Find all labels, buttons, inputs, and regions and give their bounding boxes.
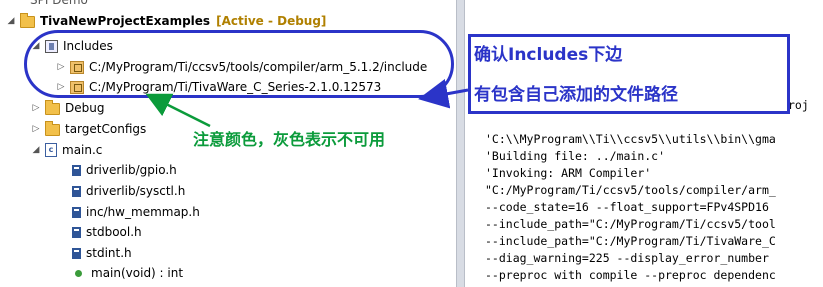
folder-label: targetConfigs (65, 122, 147, 136)
callout-text-line2: 有包含自己添加的文件路径 (474, 85, 678, 105)
function-label: main(void) : int (91, 266, 184, 280)
project-status: [Active - Debug] (216, 14, 327, 28)
tree-item-header[interactable]: stdint.h (72, 243, 132, 263)
expand-arrow-icon[interactable]: ▷ (31, 119, 41, 139)
collapse-arrow-icon[interactable]: ◢ (6, 11, 16, 31)
highlight-ellipse (24, 30, 454, 98)
include-directive-icon (72, 247, 81, 259)
tree-item-function[interactable]: main(void) : int (72, 263, 183, 283)
console-line: 'Building file: ../main.c' (485, 149, 666, 163)
tree-item-main-c[interactable]: ◢ c main.c (31, 140, 102, 160)
tree-item-header[interactable]: inc/hw_memmap.h (72, 202, 200, 222)
file-label: main.c (62, 143, 103, 157)
c-file-icon: c (45, 143, 57, 157)
console-line: "C:/MyProgram/Ti/ccsv5/tools/compiler/ar… (485, 183, 776, 197)
console-partial-text: roj (788, 98, 809, 112)
expand-arrow-icon[interactable]: ▷ (31, 98, 41, 118)
include-directive-icon (72, 164, 81, 176)
header-label: inc/hw_memmap.h (86, 205, 200, 219)
tree-item-header[interactable]: driverlib/sysctl.h (72, 181, 185, 201)
header-label: stdbool.h (86, 225, 142, 239)
tree-item-targetconfigs[interactable]: ▷ targetConfigs (31, 119, 146, 139)
include-directive-icon (72, 226, 81, 238)
folder-icon (45, 121, 60, 136)
console-line: --include_path="C:/MyProgram/Ti/ccsv5/to… (485, 217, 776, 231)
console-line: --preproc with compile --preproc depende… (485, 268, 776, 282)
color-note-text: 注意颜色，灰色表示不可用 (193, 130, 386, 149)
folder-icon (45, 100, 60, 115)
callout-text-line1: 确认Includes下边 (474, 45, 623, 65)
folder-label: Debug (65, 101, 105, 115)
tree-item-header[interactable]: stdbool.h (72, 222, 142, 242)
console-line: --code_state=16 --float_support=FPv4SPD1… (485, 200, 769, 214)
project-folder-icon (20, 13, 35, 28)
header-label: stdint.h (86, 246, 132, 260)
tree-item-debug[interactable]: ▷ Debug (31, 98, 104, 118)
tree-item-project[interactable]: ◢ TivaNewProjectExamples [Active - Debug… (6, 11, 326, 31)
console-line: 'Invoking: ARM Compiler' (485, 166, 652, 180)
collapse-arrow-icon[interactable]: ◢ (31, 140, 41, 160)
header-label: driverlib/sysctl.h (86, 184, 186, 198)
tree-item-partial[interactable]: SPI Demo (30, 0, 88, 10)
include-directive-icon (72, 185, 81, 197)
include-directive-icon (72, 206, 81, 218)
console-line: 'C:\\MyProgram\\Ti\\ccsv5\\utils\\bin\\g… (485, 132, 776, 146)
header-label: driverlib/gpio.h (86, 163, 177, 177)
partial-project-label: SPI Demo (30, 0, 88, 7)
tree-item-header[interactable]: driverlib/gpio.h (72, 160, 177, 180)
panel-splitter[interactable] (456, 0, 465, 287)
console-line: --include_path="C:/MyProgram/Ti/TivaWare… (485, 234, 776, 248)
project-name: TivaNewProjectExamples (40, 14, 211, 28)
console-line: --diag_warning=225 --display_error_numbe… (485, 251, 769, 265)
function-dot-icon (75, 269, 82, 277)
